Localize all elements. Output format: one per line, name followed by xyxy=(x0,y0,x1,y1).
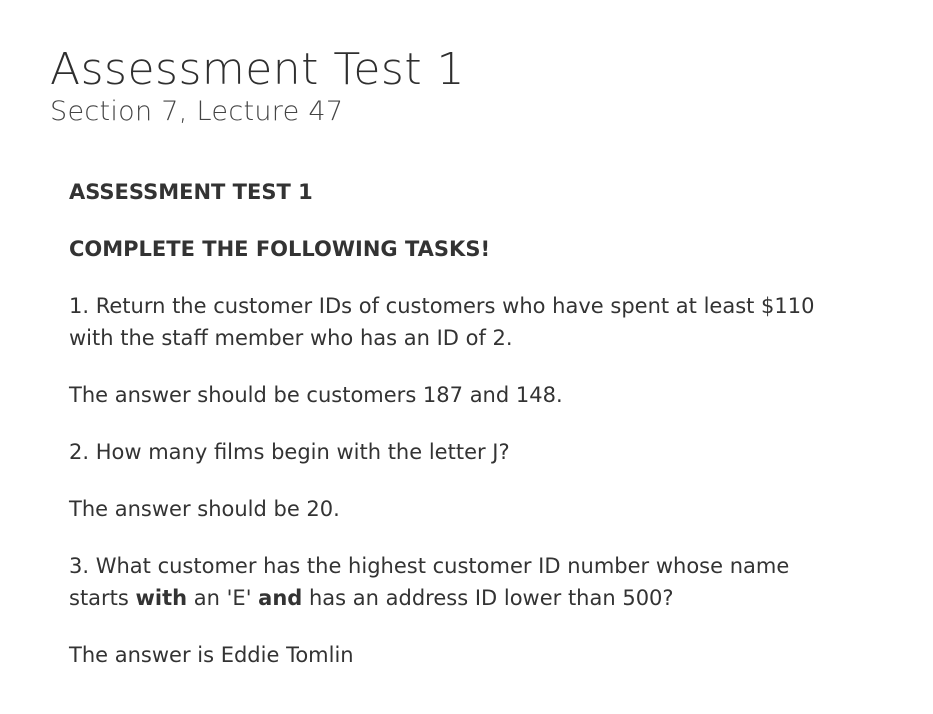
task-3-answer: The answer is Eddie Tomlin xyxy=(69,643,354,667)
lecture-header: Assessment Test 1 Section 7, Lecture 47 xyxy=(50,44,465,128)
task-1-question: 1. Return the customer IDs of customers … xyxy=(69,294,815,350)
task-1-answer: The answer should be customers 187 and 1… xyxy=(69,383,563,407)
lecture-content: ASSESSMENT TEST 1 COMPLETE THE FOLLOWING… xyxy=(69,176,829,696)
task-3-question-bold-with: with xyxy=(135,586,188,610)
task-3-question-text-2: an 'E' xyxy=(187,586,259,610)
task-2-question: 2. How many films begin with the letter … xyxy=(69,440,510,464)
task-3-question-bold-and: and xyxy=(258,586,303,610)
tasks-heading: COMPLETE THE FOLLOWING TASKS! xyxy=(69,237,491,261)
lecture-subtitle: Section 7, Lecture 47 xyxy=(50,96,344,127)
lecture-page: Assessment Test 1 Section 7, Lecture 47 … xyxy=(0,0,933,714)
task-3-question: 3. What customer has the highest custome… xyxy=(69,550,829,614)
task-3-question-text-3: has an address ID lower than 500? xyxy=(302,586,674,610)
page-title: Assessment Test 1 xyxy=(50,44,466,95)
task-2-answer: The answer should be 20. xyxy=(69,497,340,521)
assessment-heading: ASSESSMENT TEST 1 xyxy=(69,180,313,204)
